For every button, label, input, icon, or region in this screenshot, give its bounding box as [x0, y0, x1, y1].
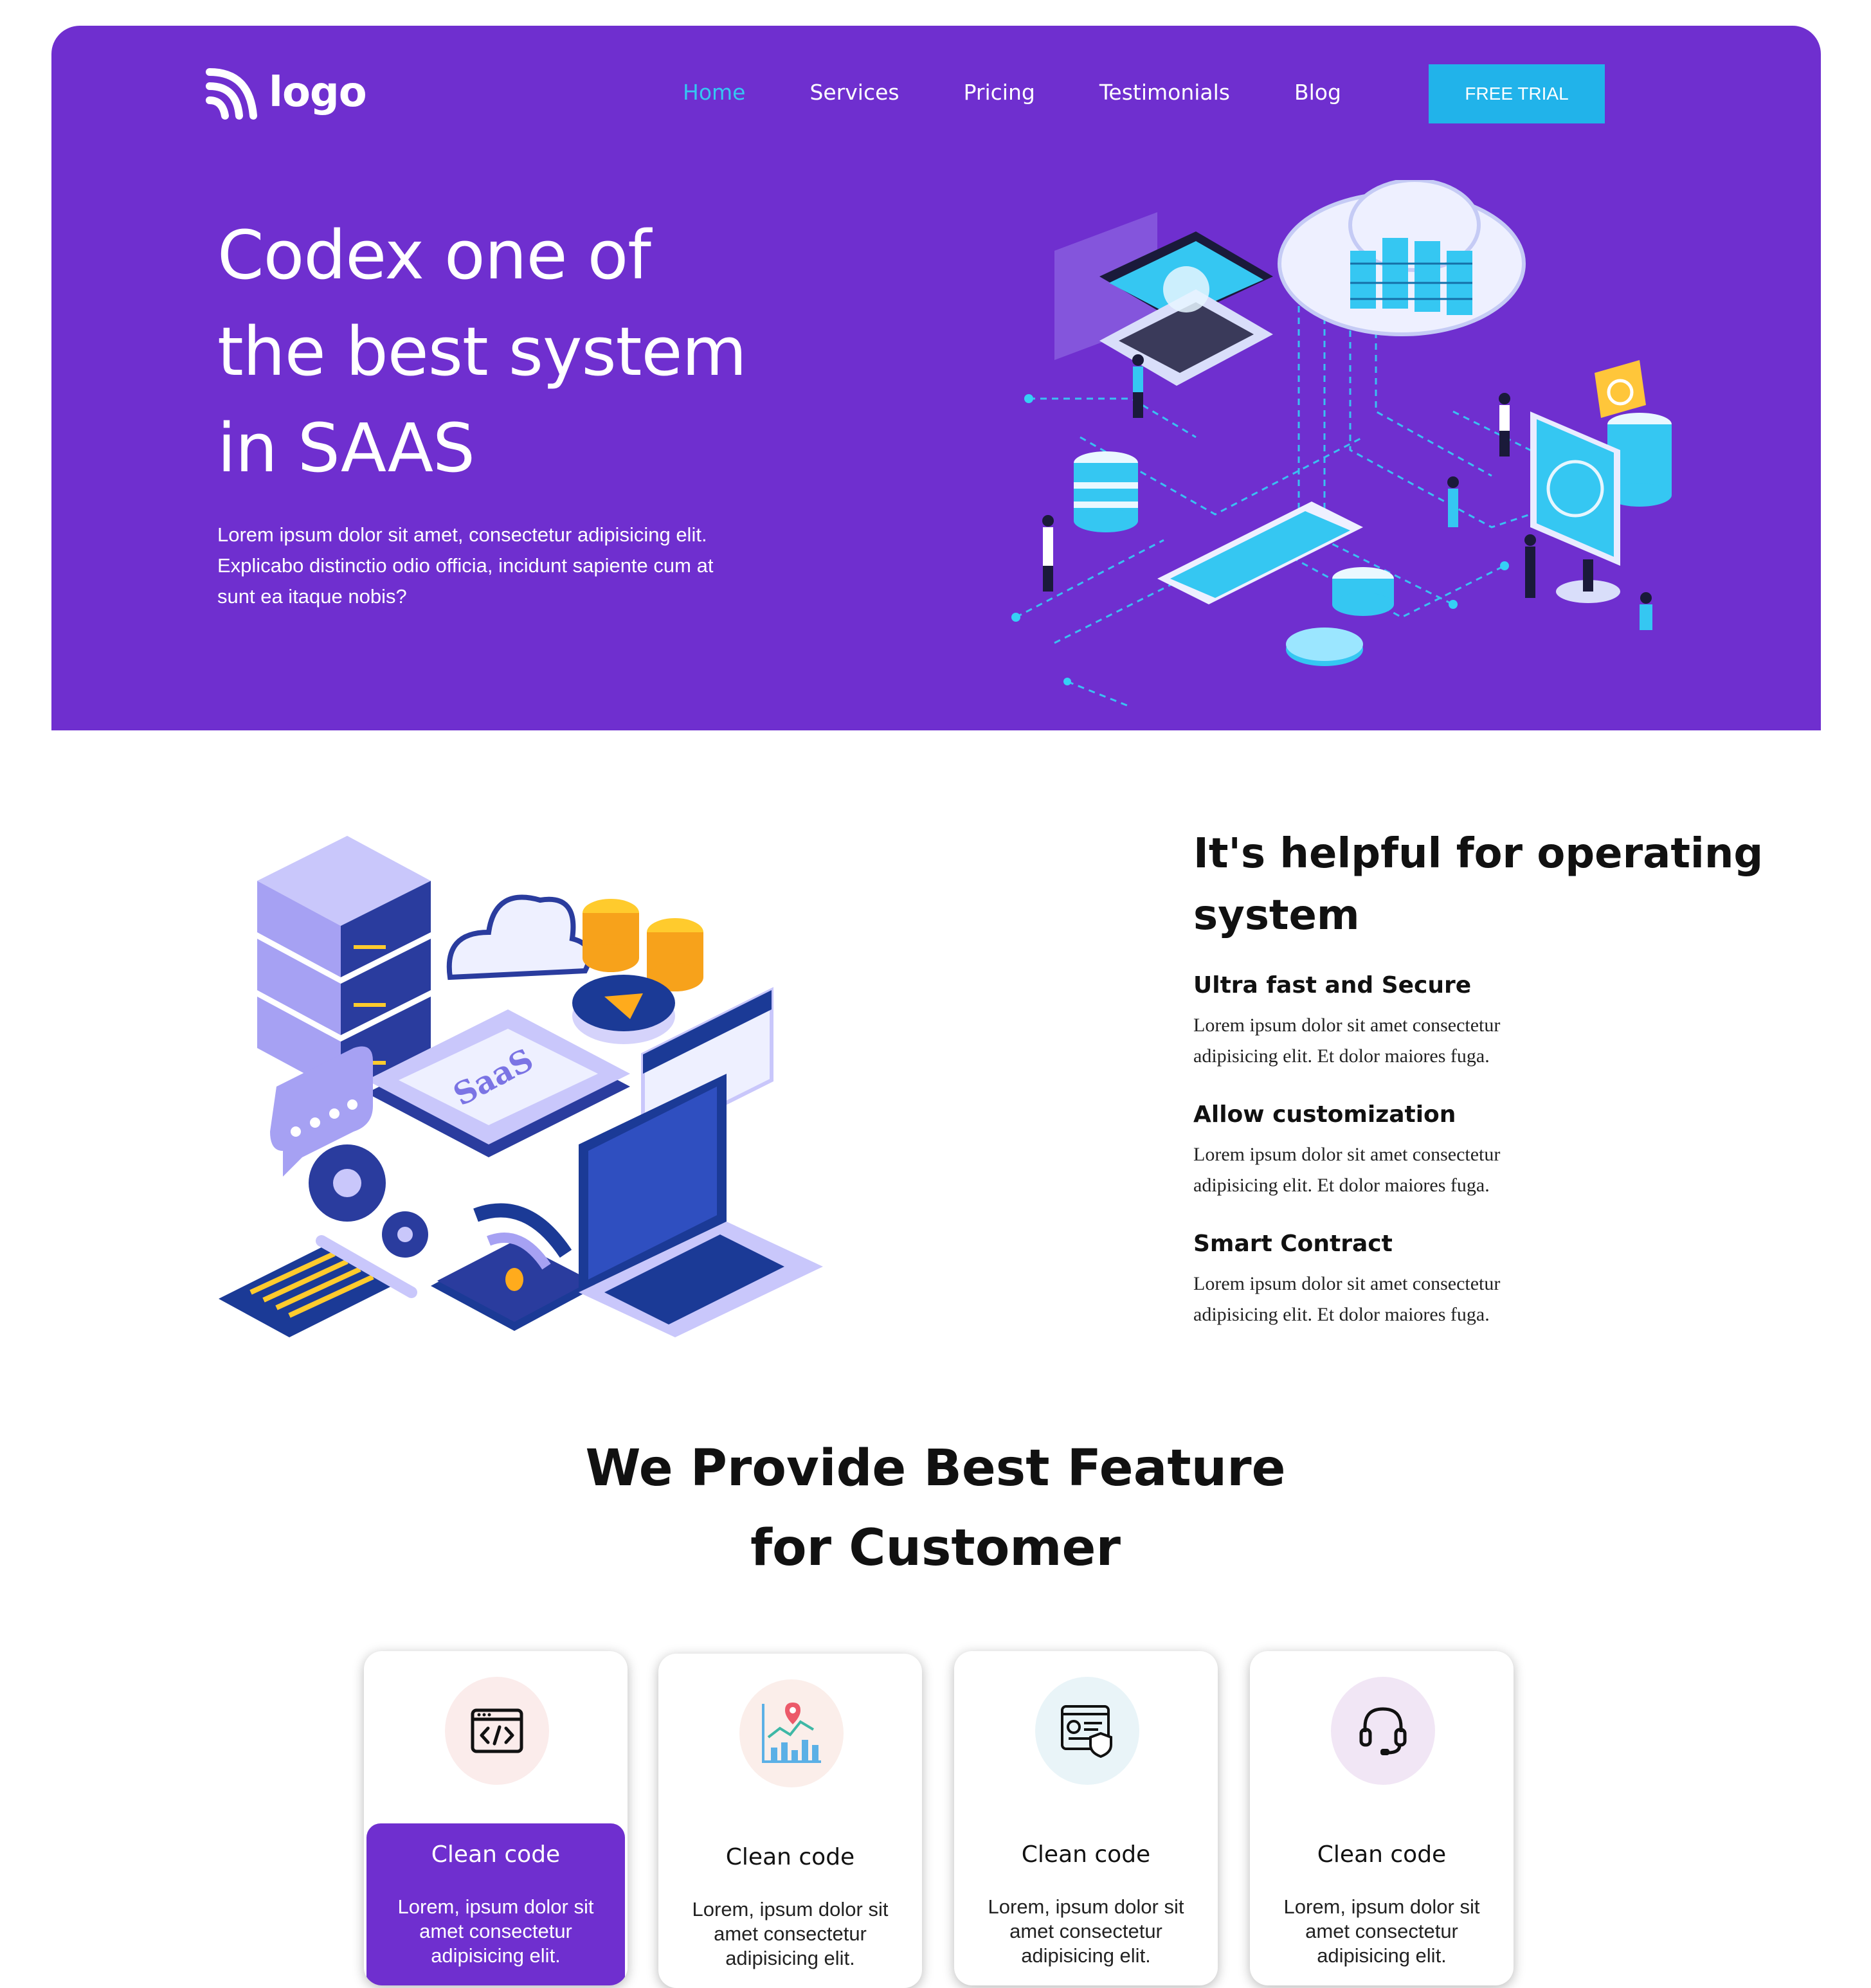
hero-section: logo Home Services Pricing Testimonials … [51, 26, 1821, 730]
os-feature-text: Lorem ipsum dolor sit amet consectetur a… [1193, 1144, 1501, 1196]
nav-blog[interactable]: Blog [1294, 80, 1341, 105]
hero-title-line: in SAAS [217, 409, 475, 487]
secure-profile-icon [1035, 1677, 1139, 1785]
headset-icon [1331, 1677, 1435, 1785]
hero-title: Codex one of the best system in SAAS [217, 207, 847, 496]
os-feature-title: Ultra fast and Secure [1193, 972, 1472, 999]
card-body: Clean code Lorem, ipsum dolor sit amet c… [954, 1823, 1218, 1985]
os-section-title: It's helpful for operating system [1193, 830, 1764, 939]
saas-illustration: SaaS [219, 836, 823, 1337]
os-text-block: It's helpful for operating system Ultra … [1193, 823, 1772, 1360]
nav-services[interactable]: Services [809, 80, 899, 105]
hero-description: Lorem ipsum dolor sit amet, consectetur … [217, 523, 714, 608]
card-body: Clean code Lorem, ipsum dolor sit amet c… [1250, 1823, 1514, 1985]
os-feature: Allow customization Lorem ipsum dolor si… [1193, 1101, 1772, 1201]
feature-card[interactable]: Clean code Lorem, ipsum dolor sit amet c… [364, 1651, 628, 1985]
card-title: Clean code [725, 1844, 855, 1870]
logo-text: logo [269, 69, 367, 116]
feature-card[interactable]: Clean code Lorem, ipsum dolor sit amet c… [658, 1654, 922, 1988]
code-window-icon [445, 1677, 549, 1785]
logo-mark-icon [204, 66, 258, 120]
card-description: Lorem, ipsum dolor sit amet consectetur … [397, 1895, 594, 1967]
hero-title-line: the best system [217, 312, 747, 391]
card-description: Lorem, ipsum dolor sit amet consectetur … [1283, 1895, 1480, 1967]
os-feature-title: Allow customization [1193, 1101, 1456, 1128]
free-trial-button[interactable]: FREE TRIAL [1429, 64, 1605, 123]
hero-title-line: Codex one of [217, 216, 651, 294]
os-feature-text: Lorem ipsum dolor sit amet consectetur a… [1193, 1015, 1501, 1067]
card-title: Clean code [431, 1841, 561, 1868]
feature-card[interactable]: Clean code Lorem, ipsum dolor sit amet c… [954, 1651, 1218, 1985]
nav-pricing[interactable]: Pricing [964, 80, 1035, 105]
features-title-line: for Customer [750, 1519, 1121, 1577]
card-body: Clean code Lorem, ipsum dolor sit amet c… [366, 1823, 625, 1985]
cloud-network-illustration [1011, 180, 1672, 707]
card-description: Lorem, ipsum dolor sit amet consectetur … [988, 1895, 1184, 1967]
os-feature-title: Smart Contract [1193, 1231, 1393, 1257]
features-title-line: We Provide Best Feature [585, 1440, 1286, 1497]
os-feature-text: Lorem ipsum dolor sit amet consectetur a… [1193, 1273, 1501, 1325]
card-title: Clean code [1021, 1841, 1151, 1868]
card-title: Clean code [1317, 1841, 1447, 1868]
feature-card[interactable]: Clean code Lorem, ipsum dolor sit amet c… [1250, 1651, 1514, 1985]
card-description: Lorem, ipsum dolor sit amet consectetur … [692, 1898, 889, 1969]
main-nav: Home Services Pricing Testimonials Blog [683, 80, 1406, 105]
analytics-chart-icon [739, 1679, 844, 1787]
os-feature: Ultra fast and Secure Lorem ipsum dolor … [1193, 972, 1772, 1072]
nav-home[interactable]: Home [683, 80, 745, 105]
os-feature: Smart Contract Lorem ipsum dolor sit ame… [1193, 1231, 1772, 1330]
nav-testimonials[interactable]: Testimonials [1099, 80, 1230, 105]
logo[interactable]: logo [204, 66, 367, 120]
card-body: Clean code Lorem, ipsum dolor sit amet c… [658, 1826, 922, 1988]
features-title: We Provide Best Feature for Customer [0, 1429, 1871, 1588]
